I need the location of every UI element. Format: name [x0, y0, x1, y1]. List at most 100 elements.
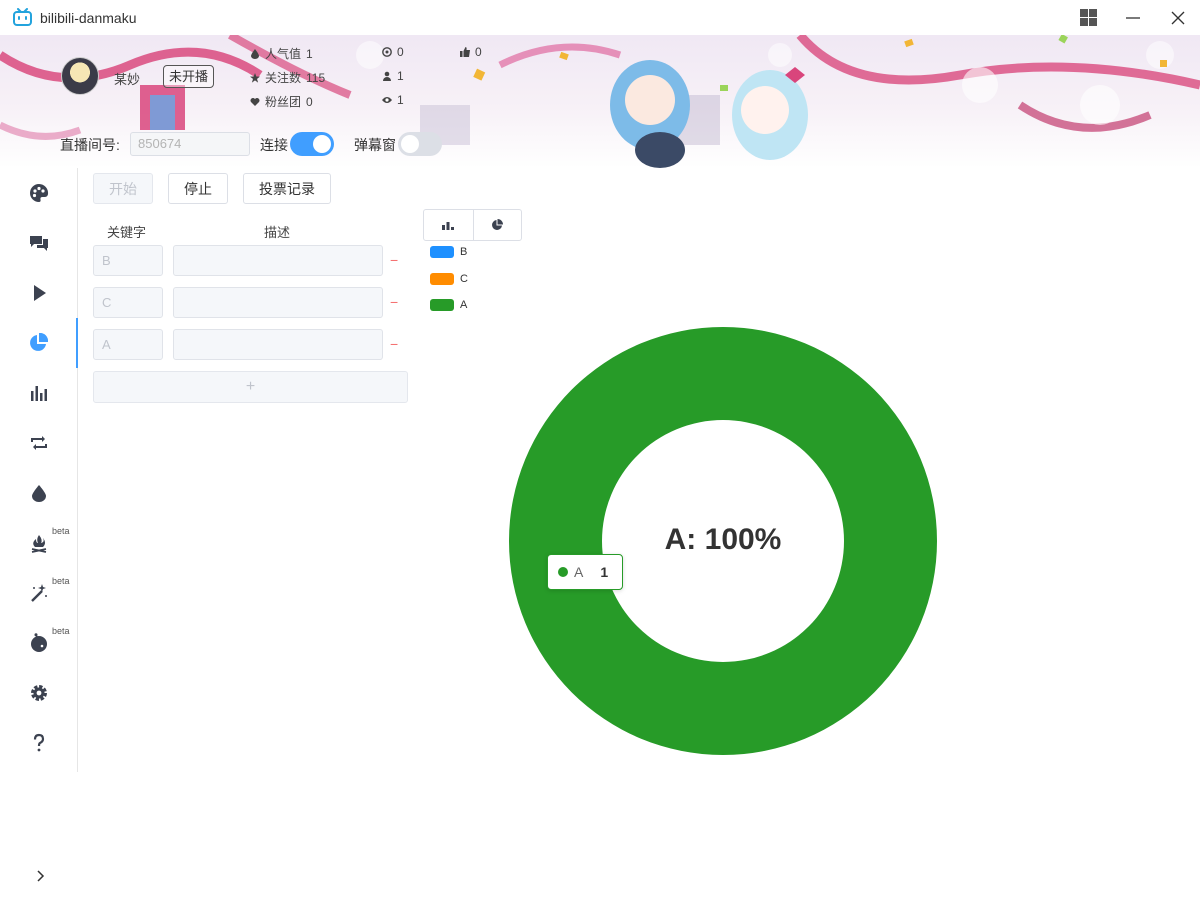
- gift-count: 0: [397, 45, 404, 59]
- legend-item-b[interactable]: B: [430, 246, 467, 258]
- sidebar-item-settings[interactable]: [0, 668, 78, 718]
- minimize-icon: [1126, 16, 1140, 19]
- connect-switch[interactable]: [290, 132, 334, 156]
- legend-swatch: [430, 273, 454, 285]
- like-count: 0: [475, 45, 482, 59]
- sidebar-item-magic[interactable]: beta: [0, 568, 78, 618]
- live-status-badge: 未开播: [163, 65, 215, 88]
- header-banner: 某妙 未开播 人气值 1 关注数 115 粉丝团 0 0 1 1 0 直播间号:…: [0, 35, 1200, 168]
- keyword-input[interactable]: B: [93, 245, 163, 276]
- chart-tooltip: A 1: [547, 554, 623, 590]
- sidebar-item-campfire[interactable]: beta: [0, 518, 78, 568]
- avatar[interactable]: [61, 57, 99, 95]
- user-name: 某妙: [114, 72, 141, 87]
- description-input[interactable]: [173, 245, 383, 276]
- heart-icon: [250, 97, 260, 106]
- keyword-input[interactable]: A: [93, 329, 163, 360]
- keyword-input[interactable]: C: [93, 287, 163, 318]
- user-icon: [383, 71, 391, 81]
- close-icon: [1171, 11, 1185, 24]
- bar-chart-toggle-button[interactable]: [424, 210, 473, 240]
- fans-club-value: 0: [306, 94, 313, 109]
- description-header: 描述: [264, 225, 291, 240]
- tooltip-value: 1: [600, 564, 609, 580]
- drop-icon: [251, 48, 259, 59]
- window-title: bilibili-danmaku: [40, 10, 137, 26]
- switch-knob: [313, 135, 331, 153]
- magic-wand-icon: [31, 584, 47, 602]
- viewer-stat: 1: [382, 93, 404, 107]
- remove-row-button[interactable]: −: [390, 336, 398, 352]
- fans-club-stat: 粉丝团 0: [250, 93, 313, 110]
- room-id-label: 直播间号:: [60, 137, 120, 153]
- description-input[interactable]: [173, 329, 383, 360]
- beta-badge: beta: [52, 526, 70, 536]
- chevron-right-icon: [37, 870, 45, 882]
- chart-type-toggle: [423, 209, 522, 241]
- like-stat: 0: [460, 45, 482, 59]
- sidebar-collapse-toggle[interactable]: [30, 866, 50, 886]
- minimize-button[interactable]: [1111, 0, 1155, 35]
- popularity-label: 人气值: [265, 47, 302, 61]
- add-row-button[interactable]: +: [93, 371, 408, 403]
- sidebar-item-player[interactable]: [0, 268, 78, 318]
- pie-chart-icon: [492, 219, 504, 230]
- vote-log-button[interactable]: 投票记录: [243, 173, 331, 204]
- chat-icon: [30, 236, 48, 251]
- follow-stat: 关注数 115: [250, 69, 325, 86]
- campfire-icon: [31, 535, 47, 553]
- drop-icon: [32, 485, 46, 502]
- bar-chart-icon: [442, 222, 455, 230]
- remove-row-button[interactable]: −: [390, 294, 398, 310]
- danmaku-window-switch[interactable]: [398, 132, 442, 156]
- sidebar-item-popularity[interactable]: [0, 468, 78, 518]
- follow-label: 关注数: [265, 71, 302, 85]
- keyword-header: 关键字: [107, 225, 147, 240]
- vote-donut-chart: A: 100%: [509, 327, 937, 755]
- popularity-stat: 人气值 1: [250, 45, 313, 62]
- pie-chart-toggle-button[interactable]: [472, 210, 522, 240]
- gift-wheel-icon: [382, 47, 392, 57]
- danmaku-window-label: 弹幕窗: [354, 137, 396, 153]
- chart-center-label: A: 100%: [665, 523, 782, 556]
- robot-icon: [31, 633, 47, 652]
- gear-icon: [31, 685, 47, 701]
- popularity-value: 1: [306, 46, 313, 61]
- title-bar: bilibili-danmaku: [0, 0, 1200, 35]
- windows-logo-icon: [1079, 9, 1097, 26]
- viewer-count: 1: [397, 93, 404, 107]
- beta-badge: beta: [52, 576, 70, 586]
- sidebar-item-robot[interactable]: beta: [0, 618, 78, 668]
- help-icon: [33, 733, 45, 752]
- description-input[interactable]: [173, 287, 383, 318]
- legend-label: C: [460, 273, 468, 285]
- thumbs-up-icon: [460, 47, 470, 57]
- member-count: 1: [397, 69, 404, 83]
- beta-badge: beta: [52, 626, 70, 636]
- legend-swatch: [430, 246, 454, 258]
- sidebar-item-repeat[interactable]: [0, 418, 78, 468]
- pie-chart-icon: [30, 333, 48, 351]
- tooltip-dot: [558, 567, 568, 577]
- bar-chart-icon: [31, 386, 47, 401]
- legend-label: B: [460, 246, 468, 258]
- switch-knob: [401, 135, 419, 153]
- member-stat: 1: [382, 69, 404, 83]
- repeat-icon: [31, 436, 47, 450]
- sidebar-item-danmaku[interactable]: [0, 218, 78, 268]
- gift-stat: 0: [382, 45, 404, 59]
- sidebar-nav: beta beta beta: [0, 168, 78, 772]
- remove-row-button[interactable]: −: [390, 252, 398, 268]
- legend-item-c[interactable]: C: [430, 273, 468, 285]
- room-id-input[interactable]: 850674: [130, 132, 250, 156]
- fans-club-label: 粉丝团: [265, 95, 302, 109]
- sidebar-item-help[interactable]: [0, 718, 78, 768]
- stop-button[interactable]: 停止: [168, 173, 228, 204]
- connect-label: 连接: [260, 137, 288, 153]
- sidebar-item-theme[interactable]: [0, 168, 78, 218]
- start-button[interactable]: 开始: [93, 173, 153, 204]
- close-button[interactable]: [1156, 0, 1200, 35]
- sidebar-item-statistics[interactable]: [0, 368, 78, 418]
- sidebar-item-vote[interactable]: [0, 318, 78, 368]
- windows-logo-button[interactable]: [1066, 0, 1110, 35]
